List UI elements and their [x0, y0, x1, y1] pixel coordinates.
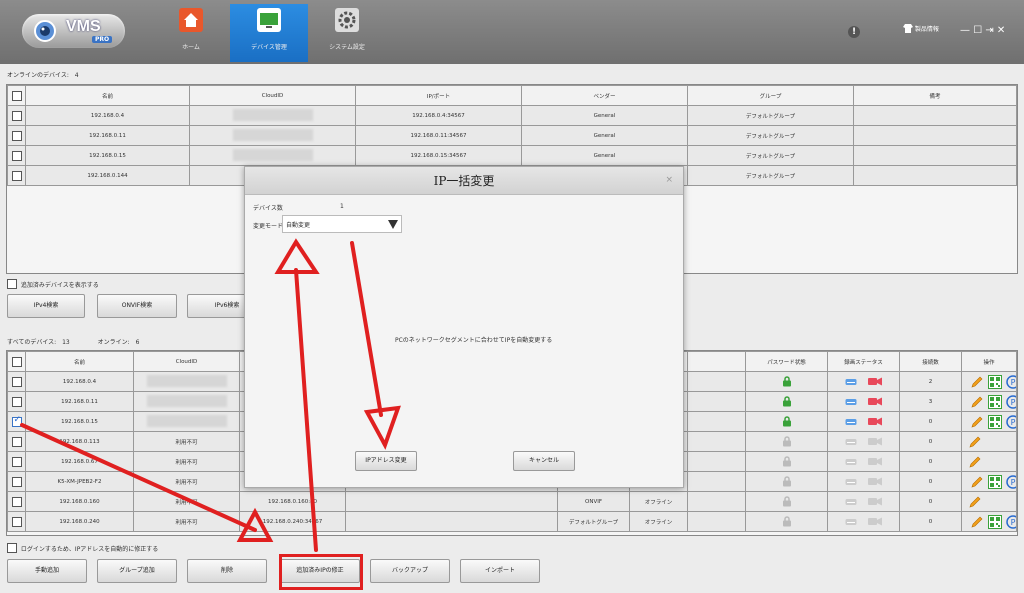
annotation-arrows: [20, 238, 401, 552]
annotation-arrow-line: [20, 423, 257, 532]
annotation-arrowhead: [274, 238, 320, 274]
annotation-arrow-line: [350, 241, 383, 417]
annotation-arrow-line: [294, 268, 318, 552]
